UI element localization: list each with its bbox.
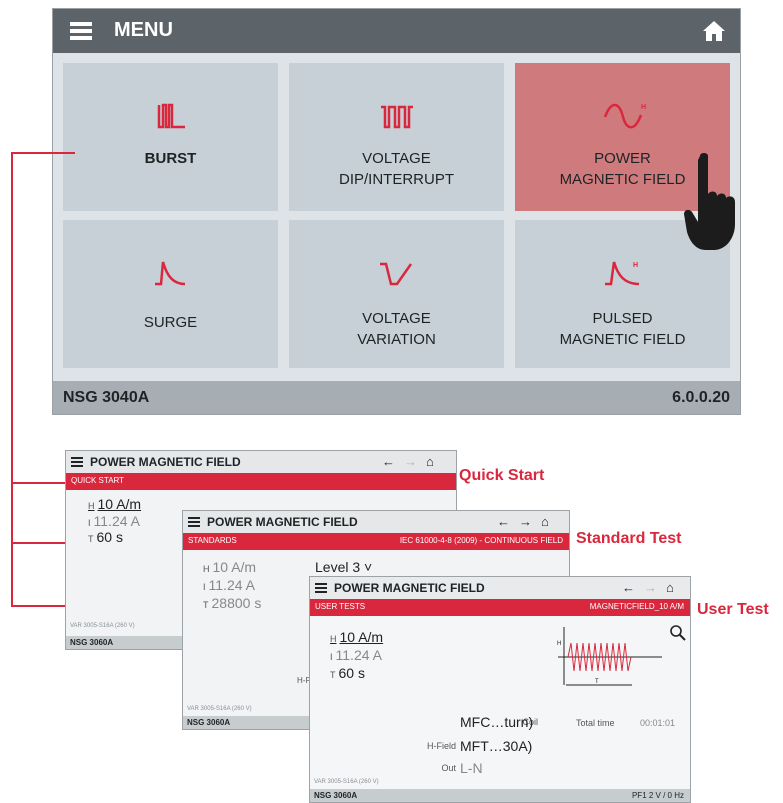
wave-t-label: T [595, 679, 599, 685]
connector-top [11, 152, 75, 154]
qs-h-value[interactable]: H 10 A/m [88, 496, 141, 512]
pulsed-field-icon: H [605, 261, 640, 286]
qs-forward-icon[interactable]: → [404, 454, 417, 469]
tile-voltage-variation[interactable]: VOLTAGE VARIATION [289, 220, 504, 368]
st-mode-bar: STANDARDS IEC 61000-4-8 (2009) - CONTINU… [183, 533, 569, 550]
ut-status: PF1 2 V / 0 Hz [631, 791, 684, 800]
ut-title: POWER MAGNETIC FIELD [334, 581, 485, 595]
menu-screen: MENU BURST VOLTAGE DIP/INTERRUPT H POWER… [52, 8, 741, 415]
menu-header: MENU [53, 9, 740, 53]
ut-mode-label: USER TESTS [315, 602, 366, 611]
st-t-value: T 28800 s [203, 595, 262, 611]
qs-mode-bar: QUICK START [66, 473, 456, 490]
menu-list-icon[interactable] [70, 22, 92, 40]
tile-label-voltage-variation: VOLTAGE VARIATION [357, 310, 436, 348]
tile-label-burst: BURST [144, 150, 197, 167]
st-title: POWER MAGNETIC FIELD [207, 515, 358, 529]
st-h-value: H 10 A/m [203, 559, 257, 575]
ut-t-value[interactable]: T 60 s [330, 665, 365, 681]
ut-hfield-label: H-Field [426, 741, 456, 751]
qs-device-model: NSG 3060A [70, 638, 114, 647]
st-back-icon[interactable]: ← [497, 514, 510, 529]
ut-forward-icon[interactable]: → [644, 580, 657, 595]
zoom-icon[interactable] [670, 625, 686, 641]
qs-mode-label: QUICK START [71, 476, 125, 485]
st-mode-label: STANDARDS [188, 536, 237, 545]
st-var-note: VAR 3005-S16A (260 V) [187, 706, 252, 712]
voltage-variation-icon [380, 262, 413, 286]
waveform-preview: H T [557, 627, 662, 686]
ut-coil-value[interactable]: MFC…turn) [460, 714, 533, 730]
st-forward-icon[interactable]: → [519, 514, 532, 529]
connector-vertical [11, 152, 13, 606]
ut-header: POWER MAGNETIC FIELD ← → ⌂ [310, 577, 690, 599]
home-icon[interactable] [703, 20, 725, 41]
qs-t-value[interactable]: T 60 s [88, 529, 123, 545]
user-test-screen: POWER MAGNETIC FIELD ← → ⌂ USER TESTS MA… [309, 576, 691, 803]
device-model: NSG 3040A [63, 389, 150, 406]
callout-standard-test: Standard Test [576, 530, 682, 547]
st-header: POWER MAGNETIC FIELD ← → ⌂ [183, 511, 569, 533]
callout-user-test: User Test [697, 601, 769, 618]
pulsed-h-marker: H [633, 262, 638, 269]
ut-i-value: I 11.24 A [330, 647, 382, 663]
tile-label-surge: SURGE [143, 314, 198, 331]
tile-burst[interactable]: BURST [63, 63, 278, 211]
qs-menu-icon[interactable] [71, 457, 83, 467]
tile-label-voltage-dip: VOLTAGE DIP/INTERRUPT [338, 150, 454, 188]
wave-h-label: H [557, 641, 561, 647]
ut-total-time-label: Total time [576, 718, 615, 728]
qs-var-note: VAR 3005-S16A (260 V) [70, 623, 135, 629]
ut-hfield-value[interactable]: MFT…30A) [460, 738, 532, 754]
tile-label-pulsed-magnetic-field: PULSED MAGNETIC FIELD [559, 310, 686, 348]
field-h-marker: H [641, 104, 646, 111]
st-i-value: I 11.24 A [203, 577, 255, 593]
st-standard-name[interactable]: IEC 61000-4-8 (2009) - CONTINUOUS FIELD [400, 536, 563, 545]
surge-icon [155, 261, 186, 286]
menu-footer: NSG 3040A 6.0.0.20 [53, 381, 740, 414]
qs-header: POWER MAGNETIC FIELD ← → ⌂ [66, 451, 456, 473]
ut-device-model: NSG 3060A [314, 791, 358, 800]
st-home-icon[interactable]: ⌂ [541, 514, 549, 529]
ut-h-value[interactable]: H 10 A/m [330, 629, 383, 645]
connector-quick [11, 482, 69, 484]
ut-menu-icon[interactable] [315, 583, 327, 593]
st-level-select[interactable]: Level 3 ˅ [315, 559, 372, 575]
burst-icon [157, 103, 185, 129]
qs-back-icon[interactable]: ← [382, 454, 395, 469]
qs-home-icon[interactable]: ⌂ [426, 454, 434, 469]
ut-footer: NSG 3060A PF1 2 V / 0 Hz [310, 789, 690, 802]
firmware-version: 6.0.0.20 [672, 389, 730, 406]
sine-wave-icon: H [603, 103, 646, 129]
callout-quick-start: Quick Start [459, 467, 545, 484]
menu-title: MENU [114, 19, 173, 41]
pointing-hand-icon [684, 153, 735, 250]
qs-i-value: I 11.24 A [88, 513, 140, 529]
voltage-dip-icon [381, 105, 413, 129]
ut-test-name[interactable]: MAGNETICFIELD_10 A/M [590, 602, 684, 611]
ut-mode-bar: USER TESTS MAGNETICFIELD_10 A/M [310, 599, 690, 616]
ut-home-icon[interactable]: ⌂ [666, 580, 674, 595]
ut-var-note: VAR 3005-S16A (260 V) [314, 779, 379, 785]
ut-total-time-value: 00:01:01 [640, 718, 676, 728]
qs-title: POWER MAGNETIC FIELD [90, 455, 241, 469]
st-menu-icon[interactable] [188, 517, 200, 527]
ut-out-label: Out [441, 763, 456, 773]
ut-back-icon[interactable]: ← [622, 580, 635, 595]
tile-surge[interactable]: SURGE [63, 220, 278, 368]
st-device-model: NSG 3060A [187, 718, 231, 727]
ut-out-value[interactable]: L-N [460, 760, 483, 776]
tile-voltage-dip[interactable]: VOLTAGE DIP/INTERRUPT [289, 63, 504, 211]
